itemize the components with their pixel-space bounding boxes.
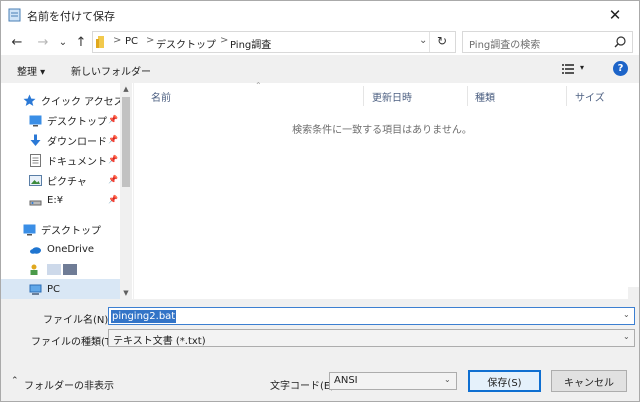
user-name-redacted (63, 263, 77, 275)
save-as-dialog: 名前を付けて保存 ✕ ← → ⌄ ↑ > PC > デスクトップ > Ping調… (0, 0, 640, 402)
notepad-icon (8, 8, 21, 22)
filename-value[interactable]: pinging2.bat (111, 310, 177, 323)
breadcrumb-pc[interactable]: PC (125, 36, 138, 47)
forward-button[interactable]: → (34, 32, 52, 52)
column-header-name[interactable]: 名前 (151, 86, 171, 106)
sidebar-item-drive-e[interactable]: E:¥ 📌 (1, 190, 119, 210)
chevron-up-icon[interactable]: ⌃ (11, 376, 19, 386)
breadcrumb-separator: > (146, 35, 155, 46)
pc-icon (29, 284, 42, 295)
column-divider[interactable] (467, 86, 468, 106)
drive-icon (29, 200, 42, 205)
filetype-value: テキスト文書 (*.txt) (113, 336, 206, 347)
download-icon (30, 134, 41, 146)
view-options-caret[interactable]: ▾ (580, 63, 584, 72)
pin-icon[interactable]: 📌 (108, 135, 118, 144)
column-divider[interactable] (566, 86, 567, 106)
sidebar-item-onedrive[interactable]: OneDrive (1, 239, 119, 259)
scrollbar-thumb[interactable] (122, 97, 130, 187)
organize-menu-button[interactable]: 整理 ▾ (17, 63, 45, 78)
column-header-type[interactable]: 種類 (475, 86, 495, 106)
save-button[interactable]: 保存(S) (468, 370, 541, 392)
search-icon[interactable] (613, 35, 627, 49)
breadcrumb-separator: > (113, 35, 122, 46)
folder-icon (96, 36, 104, 48)
sidebar-item-label: デスクトップ (47, 116, 107, 128)
scroll-up-arrow[interactable]: ▲ (120, 83, 132, 95)
filetype-label: ファイルの種類(T): (31, 337, 119, 348)
filename-dropdown-icon[interactable]: ⌄ (623, 310, 630, 319)
window-title: 名前を付けて保存 (27, 10, 115, 23)
sidebar-item-desktop-pinned[interactable]: デスクトップ 📌 (1, 110, 119, 130)
up-button[interactable]: ↑ (73, 32, 89, 52)
sidebar-item-downloads[interactable]: ダウンロード 📌 (1, 130, 119, 150)
pin-icon[interactable]: 📌 (108, 115, 118, 124)
pin-icon[interactable]: 📌 (108, 155, 118, 164)
encoding-dropdown-icon[interactable]: ⌄ (444, 375, 451, 384)
sidebar-item-quick-access[interactable]: クイック アクセス (1, 90, 124, 110)
sidebar-item-user[interactable] (1, 259, 119, 279)
pin-icon[interactable]: 📌 (108, 195, 118, 204)
filename-label: ファイル名(N): (43, 315, 112, 326)
sidebar-item-documents[interactable]: ドキュメント 📌 (1, 150, 119, 170)
sidebar-item-pictures[interactable]: ピクチャ 📌 (1, 170, 119, 190)
breadcrumb-ping-folder[interactable]: Ping調査 (230, 36, 271, 51)
filetype-dropdown-icon[interactable]: ⌄ (623, 332, 630, 341)
sort-indicator-icon: ⌃ (255, 81, 262, 90)
sidebar-item-label: ピクチャ (47, 176, 87, 188)
sidebar-item-label: OneDrive (47, 243, 95, 255)
empty-list-message: 検索条件に一致する項目はありません。 (292, 125, 472, 136)
scroll-down-arrow[interactable]: ▼ (120, 287, 132, 299)
new-folder-button[interactable]: 新しいフォルダー (71, 63, 151, 78)
back-button[interactable]: ← (7, 32, 27, 52)
navigation-scrollbar[interactable]: ▲ ▼ (120, 83, 132, 299)
search-box[interactable]: Ping調査の検索 (462, 31, 633, 53)
hide-folders-button[interactable]: フォルダーの非表示 (24, 377, 114, 392)
sidebar-item-desktop[interactable]: デスクトップ (1, 219, 119, 239)
recent-locations-button[interactable]: ⌄ (56, 32, 70, 52)
filetype-select[interactable]: テキスト文書 (*.txt) ⌄ (108, 329, 635, 347)
user-name-redacted (47, 263, 61, 275)
navigation-bar: ← → ⌄ ↑ > PC > デスクトップ > Ping調査 ⌄ ↻ Ping調… (1, 29, 639, 55)
title-bar: 名前を付けて保存 ✕ (1, 1, 639, 29)
search-input[interactable]: Ping調査の検索 (469, 36, 540, 51)
pictures-icon (29, 174, 42, 186)
address-divider (429, 32, 430, 52)
sidebar-item-label: デスクトップ (41, 225, 101, 237)
encoding-value: ANSI (334, 375, 358, 386)
column-divider[interactable] (363, 86, 364, 106)
breadcrumb-desktop[interactable]: デスクトップ (156, 36, 216, 51)
address-bar[interactable]: > PC > デスクトップ > Ping調査 ⌄ ↻ (92, 31, 456, 53)
breadcrumb-separator: > (220, 35, 229, 46)
encoding-select[interactable]: ANSI ⌄ (329, 372, 457, 390)
sidebar-item-label: ダウンロード (47, 136, 107, 148)
cloud-icon (30, 246, 41, 254)
document-icon (30, 153, 41, 167)
navigation-pane: クイック アクセス デスクトップ 📌 ダウンロード 📌 ドキュメント 📌 ピクチ… (1, 83, 133, 299)
sidebar-item-label: E:¥ (47, 194, 64, 206)
help-icon[interactable]: ? (613, 61, 628, 76)
scroll-corner (628, 287, 639, 299)
desktop-icon (23, 224, 36, 235)
column-header-size[interactable]: サイズ (575, 86, 605, 106)
filename-input[interactable]: pinging2.bat ⌄ (108, 307, 635, 325)
file-list: ⌃ 名前 更新日時 種類 サイズ 検索条件に一致する項目はありません。 (134, 81, 639, 299)
column-header-date[interactable]: 更新日時 (372, 86, 412, 106)
cancel-button[interactable]: キャンセル (551, 370, 627, 392)
user-icon (30, 264, 38, 275)
star-icon (23, 94, 36, 106)
pin-icon[interactable]: 📌 (108, 175, 118, 184)
refresh-button[interactable]: ↻ (437, 34, 447, 48)
sidebar-item-label: PC (47, 283, 61, 295)
encoding-label: 文字コード(E): (270, 381, 338, 392)
sidebar-item-pc[interactable]: PC (1, 279, 120, 299)
sidebar-item-label: クイック アクセス (41, 96, 124, 108)
sidebar-item-label: ドキュメント (47, 156, 107, 168)
desktop-icon (29, 115, 42, 126)
command-toolbar: 整理 ▾ 新しいフォルダー ▾ ? (1, 55, 639, 83)
address-dropdown-button[interactable]: ⌄ (419, 35, 427, 46)
close-button[interactable]: ✕ (601, 4, 629, 26)
view-details-icon[interactable] (562, 64, 574, 74)
